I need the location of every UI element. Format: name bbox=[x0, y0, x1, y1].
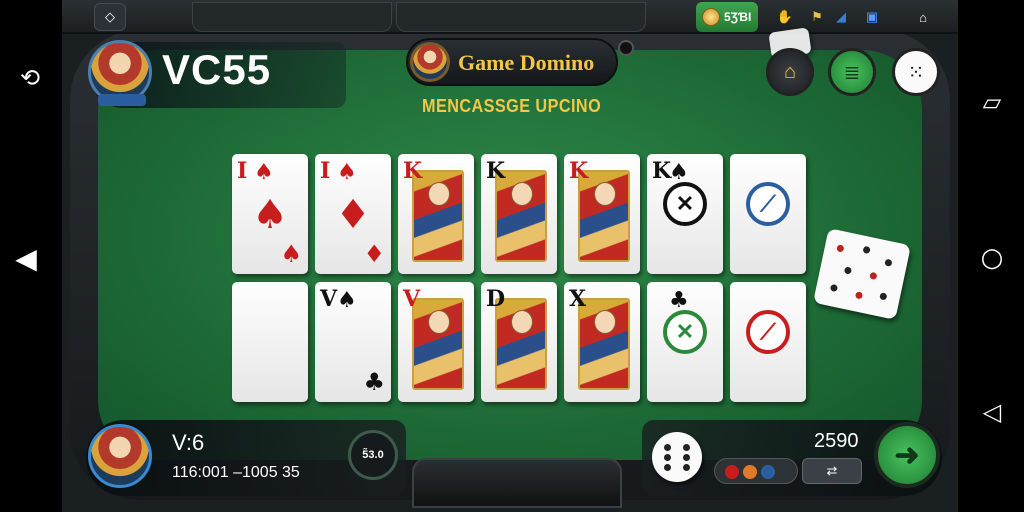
play-button[interactable]: ➜ bbox=[874, 422, 940, 488]
coin-icon bbox=[702, 8, 720, 26]
card-rank: D bbox=[486, 286, 506, 312]
bottom-score-line: 116:001 –1005 35 bbox=[172, 464, 300, 481]
swap-icon[interactable]: ⇄ bbox=[802, 458, 862, 484]
turn-timer: 5̃3.0 bbox=[348, 430, 398, 480]
hand-icon[interactable]: ✋ bbox=[770, 3, 800, 31]
lock-icon[interactable]: ⌂ bbox=[910, 3, 936, 31]
game-screen: ◇ 5ƷƁI ✋ ⚑ ◢ ▣ ⌂ VC55 Game Domino MENCAS… bbox=[62, 0, 958, 512]
card-corner-suit-icon: ♠ bbox=[280, 240, 302, 268]
playing-card[interactable]: V bbox=[398, 282, 474, 402]
bottom-right-value: 2590 bbox=[814, 430, 859, 452]
card-suit-icon: ♠ bbox=[337, 160, 357, 185]
chip-red[interactable] bbox=[725, 465, 739, 479]
top-tab-left bbox=[192, 2, 392, 32]
card-center-suit-icon: ♠ bbox=[252, 192, 288, 238]
player-name: VC55 bbox=[162, 46, 272, 93]
playing-card[interactable]: X bbox=[564, 282, 640, 402]
playing-card[interactable]: V ♠ ♣ bbox=[315, 282, 391, 402]
chip-blue[interactable] bbox=[761, 465, 775, 479]
title-close-icon[interactable] bbox=[618, 40, 634, 56]
card-center-suit-icon: ♦ bbox=[335, 192, 371, 238]
menu-diamond-icon[interactable]: ◇ bbox=[94, 3, 126, 31]
card-rank: V bbox=[403, 286, 421, 312]
card-corner-suit-icon: ♣ bbox=[363, 368, 385, 396]
chip-stack-button[interactable]: ≣ bbox=[828, 48, 876, 96]
playing-card[interactable]: K bbox=[564, 154, 640, 274]
game-subtitle: MENCASSGE UPCINO bbox=[422, 96, 602, 116]
card-rank: K bbox=[569, 158, 589, 184]
timer-text: 5̃3.0 bbox=[362, 449, 384, 461]
card-emblem-icon: ✕ bbox=[663, 182, 707, 226]
bottom-player-name: V:6 bbox=[172, 430, 205, 455]
game-title: Game Domino bbox=[458, 50, 595, 75]
card-corner-suit-icon: ♦ bbox=[363, 240, 385, 268]
chip-orange[interactable] bbox=[743, 465, 757, 479]
bottom-player-avatar[interactable] bbox=[88, 424, 152, 488]
avatar-badge bbox=[98, 94, 146, 106]
bottom-die[interactable] bbox=[652, 432, 702, 482]
top-tab-center bbox=[396, 2, 646, 32]
card-emblem-icon: ✕ bbox=[663, 310, 707, 354]
card-rank: K bbox=[486, 158, 506, 184]
monitor-icon[interactable]: ▣ bbox=[856, 3, 888, 31]
screenshot-icon[interactable]: ⟲ bbox=[10, 58, 50, 98]
coin-balance[interactable]: 5ƷƁI bbox=[696, 2, 758, 32]
right-system-bar: ▱ ○ ◁ bbox=[958, 0, 1024, 512]
card-rank: I bbox=[237, 158, 248, 184]
bottom-center-tray bbox=[412, 458, 622, 508]
playing-card[interactable]: I ♠ ♠ ♠ bbox=[232, 154, 308, 274]
flag-icon[interactable]: ⚑ bbox=[802, 3, 832, 31]
playing-card[interactable]: I ♠ ♦ ♦ bbox=[315, 154, 391, 274]
card-rank: I bbox=[320, 158, 331, 184]
card-rank: K bbox=[403, 158, 423, 184]
card-suit-icon: ♠ bbox=[669, 160, 689, 185]
card-emblem-icon: ⟋ bbox=[746, 310, 790, 354]
card-suit-icon: ♠ bbox=[254, 160, 274, 185]
playing-card[interactable]: ✕ K ♠ bbox=[647, 154, 723, 274]
card-emblem-icon: ⟋ bbox=[746, 182, 790, 226]
title-avatar bbox=[410, 42, 450, 82]
playing-card[interactable] bbox=[232, 282, 308, 402]
left-system-bar: ⟲ ◀ bbox=[0, 0, 62, 512]
nav-home-icon[interactable]: ○ bbox=[972, 238, 1012, 278]
playing-card[interactable]: ⟋ bbox=[730, 154, 806, 274]
playing-card[interactable]: ✕ ♣ bbox=[647, 282, 723, 402]
nav-back-icon[interactable]: ◁ bbox=[972, 392, 1012, 432]
signal-icon: ◢ bbox=[836, 9, 846, 24]
playing-card[interactable]: ⟋ bbox=[730, 282, 806, 402]
play-arrow-icon: ➜ bbox=[894, 438, 920, 472]
house-button[interactable]: ⌂ bbox=[766, 48, 814, 96]
card-rank: X bbox=[569, 286, 587, 312]
chip-selector[interactable] bbox=[714, 458, 798, 484]
top-bar: ◇ 5ƷƁI ✋ ⚑ ◢ ▣ ⌂ bbox=[62, 0, 958, 34]
playing-card[interactable]: D bbox=[481, 282, 557, 402]
card-suit-icon: ♣ bbox=[669, 288, 689, 313]
coin-amount: 5ƷƁI bbox=[724, 10, 752, 24]
card-rank: V bbox=[320, 286, 338, 312]
nav-recent-icon[interactable]: ▱ bbox=[972, 82, 1012, 122]
playing-card[interactable]: K bbox=[481, 154, 557, 274]
back-arrow-icon[interactable]: ◀ bbox=[6, 238, 46, 278]
card-suit-icon: ♠ bbox=[337, 288, 357, 313]
playing-card[interactable]: K bbox=[398, 154, 474, 274]
dice-button[interactable]: ⁙ bbox=[892, 48, 940, 96]
